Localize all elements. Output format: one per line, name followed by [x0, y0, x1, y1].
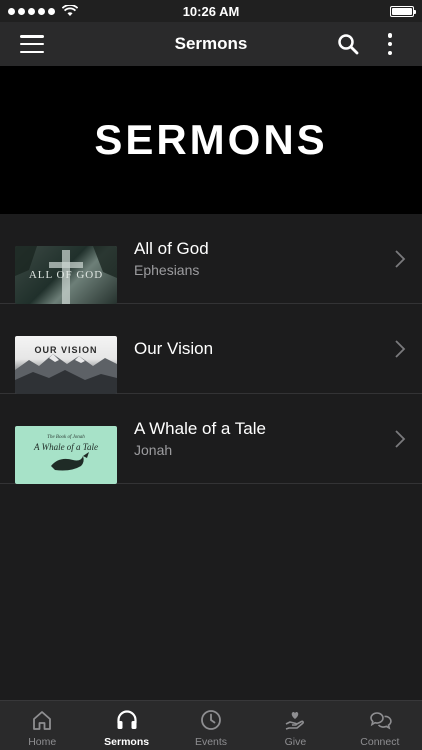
sermon-row-all-of-god[interactable]: ALL OF GOD All of God Ephesians	[0, 214, 422, 304]
sermon-thumbnail: OUR VISION	[15, 335, 117, 394]
hamburger-menu-icon[interactable]	[20, 32, 44, 56]
chevron-right-icon	[395, 250, 406, 268]
tab-label: Give	[284, 736, 307, 748]
chevron-right-icon	[395, 340, 406, 358]
home-icon	[33, 711, 52, 730]
page-title: Sermons	[174, 34, 248, 53]
more-options-icon[interactable]	[384, 32, 396, 56]
battery-icon	[390, 5, 416, 17]
sermon-series: Jonah	[134, 442, 173, 458]
wifi-icon	[62, 5, 78, 16]
tab-events[interactable]: Events	[169, 701, 253, 750]
sermon-title: A Whale of a Tale	[134, 419, 266, 438]
tab-label: Connect	[360, 736, 400, 748]
sermon-row-our-vision[interactable]: OUR VISION Our Vision	[0, 304, 422, 394]
clock-icon	[201, 710, 221, 730]
sermon-thumbnail: ALL OF GOD	[15, 245, 117, 304]
headphones-icon	[117, 710, 137, 729]
status-bar: 10:26 AM	[0, 0, 422, 22]
tab-label: Events	[194, 736, 228, 748]
tab-label: Home	[28, 736, 57, 748]
sermon-title: Our Vision	[134, 338, 214, 358]
hero-title: SERMONS	[94, 116, 328, 163]
sermon-row-whale-of-a-tale[interactable]: The Book of Jonah A Whale of a Tale A Wh…	[0, 394, 422, 484]
search-icon[interactable]	[336, 32, 360, 56]
tab-bar: Home Sermons Events Give Connect	[0, 700, 422, 750]
sermon-title: All of God	[134, 239, 209, 258]
tab-connect[interactable]: Connect	[338, 701, 422, 750]
hero-banner: SERMONS	[0, 66, 422, 214]
tab-give[interactable]: Give	[253, 701, 337, 750]
navigation-bar: Sermons	[0, 22, 422, 66]
sermon-list: ALL OF GOD All of God Ephesians OUR VISI…	[0, 214, 422, 484]
tab-sermons[interactable]: Sermons	[84, 701, 168, 750]
hand-heart-icon	[286, 711, 305, 730]
tab-home[interactable]: Home	[0, 701, 84, 750]
whale-illustration-icon	[51, 451, 89, 470]
chat-bubbles-icon	[370, 712, 392, 730]
sermon-series: Ephesians	[134, 262, 200, 278]
signal-strength-icon	[8, 5, 78, 17]
chevron-right-icon	[395, 430, 406, 448]
sermon-thumbnail: The Book of Jonah A Whale of a Tale	[15, 425, 117, 484]
tab-label: Sermons	[104, 736, 150, 748]
